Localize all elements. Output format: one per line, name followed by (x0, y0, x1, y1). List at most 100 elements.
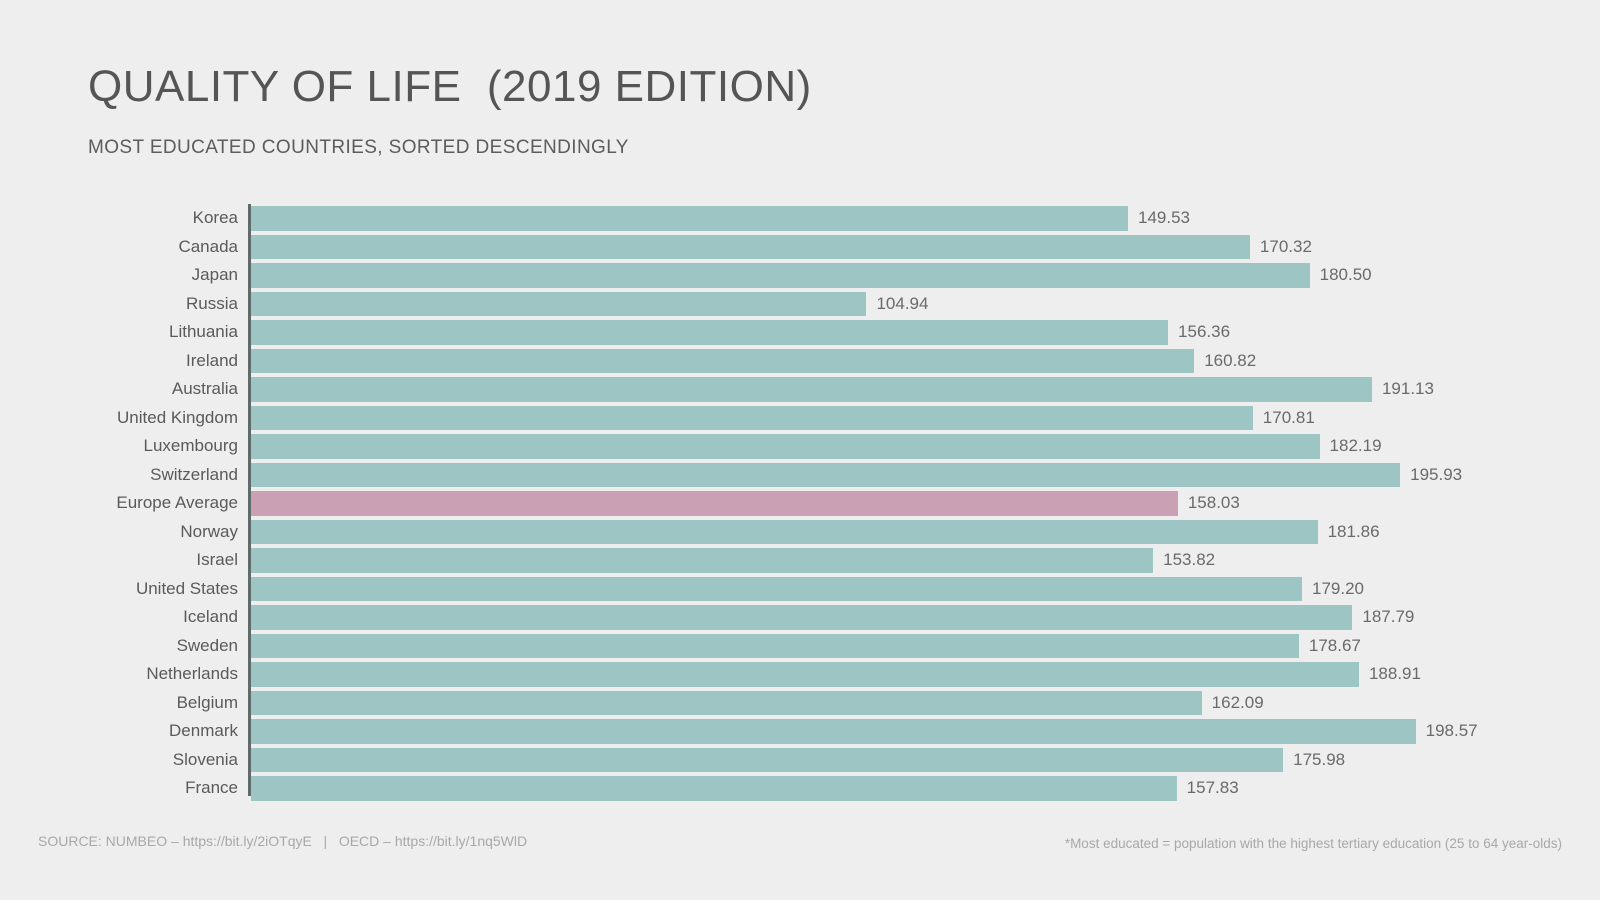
category-label: Denmark (169, 721, 238, 740)
category-label: Switzerland (150, 464, 238, 484)
category-label: Sweden (176, 635, 238, 655)
bar-row: Sweden 178.67 (0, 632, 1600, 661)
bar-track (251, 633, 1299, 658)
bar-row: Iceland 187.79 (0, 603, 1600, 632)
category-label: Ireland (186, 350, 238, 370)
bar-row: Slovenia 175.98 (0, 746, 1600, 775)
bar-row: United Kingdom 170.81 (0, 404, 1600, 433)
bar-track (251, 605, 1353, 630)
bar-track (251, 263, 1310, 288)
bar-value-label: 170.32 (1259, 236, 1312, 256)
bar[interactable] (251, 206, 1128, 231)
bar-value-label: 153.82 (1163, 550, 1216, 569)
bar[interactable] (251, 234, 1250, 259)
bar-row: France 157.83 (0, 774, 1600, 803)
bar[interactable] (251, 548, 1154, 573)
bar-value-label: 195.93 (1410, 464, 1463, 484)
bar[interactable] (251, 320, 1169, 345)
bar-track (251, 662, 1359, 687)
bar-row: Europe Average 158.03 (0, 489, 1600, 518)
bar-row: Israel 153.82 (0, 546, 1600, 575)
category-label: United Kingdom (117, 407, 238, 427)
category-label: Japan (191, 265, 238, 284)
bar-track (251, 462, 1401, 487)
bar[interactable] (251, 690, 1202, 715)
bar-row: United States 179.20 (0, 575, 1600, 604)
bar[interactable] (251, 462, 1401, 487)
bar-track (251, 434, 1320, 459)
bar-track (251, 747, 1284, 772)
bar-row: Switzerland 195.93 (0, 461, 1600, 490)
category-label: Iceland (183, 607, 238, 626)
bar[interactable] (251, 747, 1284, 772)
bar[interactable] (251, 263, 1310, 288)
category-label: Canada (178, 236, 238, 256)
bar[interactable] (251, 576, 1302, 601)
bar-row: Denmark 198.57 (0, 717, 1600, 746)
bar-value-label: 181.86 (1327, 521, 1380, 541)
category-label: Slovenia (172, 749, 238, 769)
category-label: Netherlands (146, 664, 238, 683)
category-label: France (185, 778, 238, 797)
chart-header: QUALITY OF LIFE (2019 EDITION) MOST EDUC… (88, 62, 1488, 159)
bar-highlight[interactable] (251, 491, 1178, 516)
bar-row: Netherlands 188.91 (0, 660, 1600, 689)
bar-value-label: 162.09 (1211, 692, 1264, 712)
category-label: Luxembourg (143, 436, 238, 455)
footnote: *Most educated = population with the hig… (1064, 836, 1562, 851)
chart-subtitle: MOST EDUCATED COUNTRIES, SORTED DESCENDI… (88, 136, 629, 158)
bar-value-label: 178.67 (1308, 635, 1361, 655)
bar-value-label: 179.20 (1312, 578, 1364, 598)
bar-row: Russia 104.94 (0, 290, 1600, 319)
bar-track (251, 548, 1154, 573)
bar-track (251, 206, 1128, 231)
bar-value-label: 170.81 (1262, 407, 1315, 427)
bar-value-label: 198.57 (1425, 721, 1478, 740)
bar[interactable] (251, 605, 1353, 630)
bar-value-label: 157.83 (1186, 778, 1239, 797)
category-label: Russia (186, 293, 238, 313)
bar[interactable] (251, 405, 1253, 430)
bar-track (251, 320, 1169, 345)
bar-row: Luxembourg 182.19 (0, 432, 1600, 461)
bar-value-label: 149.53 (1137, 208, 1190, 227)
category-label: Europe Average (116, 493, 238, 512)
bar[interactable] (251, 519, 1318, 544)
bar-row: Australia 191.13 (0, 375, 1600, 404)
bar-value-label: 158.03 (1187, 493, 1240, 512)
bar[interactable] (251, 633, 1299, 658)
bar-value-label: 160.82 (1204, 350, 1257, 370)
bar-track (251, 690, 1202, 715)
bar[interactable] (251, 377, 1372, 402)
category-label: Australia (171, 379, 238, 398)
category-label: Israel (196, 550, 238, 569)
bar-value-label: 188.91 (1368, 664, 1421, 683)
bar-row: Norway 181.86 (0, 518, 1600, 547)
bar-track (251, 405, 1253, 430)
category-label: Korea (192, 208, 238, 227)
category-label: Norway (180, 521, 238, 541)
bar-track (251, 776, 1177, 801)
bar-value-label: 182.19 (1329, 436, 1382, 455)
bar[interactable] (251, 434, 1320, 459)
bar-chart-plot-area: Korea 149.53 Canada 170.32 Japan 180.50 Russia… (0, 200, 1600, 803)
bar-track (251, 719, 1416, 744)
page-title: QUALITY OF LIFE (2019 EDITION) (88, 62, 812, 111)
bar[interactable] (251, 719, 1416, 744)
bar-value-label: 191.13 (1381, 379, 1434, 398)
bar-row: Korea 149.53 (0, 204, 1600, 233)
bar[interactable] (251, 348, 1195, 373)
bar[interactable] (251, 776, 1177, 801)
source-credit: SOURCE: NUMBEO – https://bit.ly/2iOTqyE … (38, 833, 528, 849)
bar-track (251, 377, 1372, 402)
bar-track (251, 519, 1318, 544)
bar-track (251, 491, 1178, 516)
bar-track (251, 576, 1302, 601)
bar[interactable] (251, 291, 867, 316)
bar-value-label: 175.98 (1293, 749, 1346, 769)
bar[interactable] (251, 662, 1359, 687)
bar-track (251, 234, 1250, 259)
bar-value-label: 180.50 (1319, 265, 1372, 284)
category-label: United States (135, 578, 238, 598)
bar-row: Ireland 160.82 (0, 347, 1600, 376)
